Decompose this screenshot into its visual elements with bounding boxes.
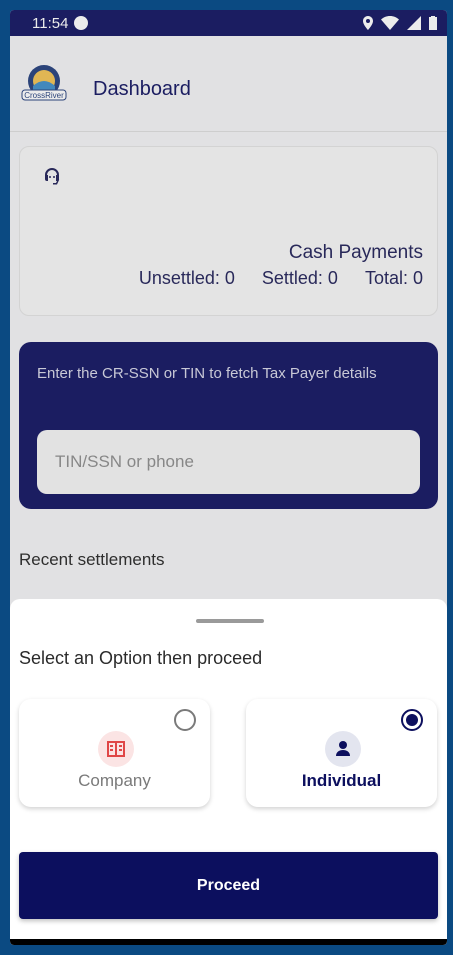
person-icon	[336, 741, 350, 756]
system-nav-bar	[10, 939, 447, 945]
building-icon	[107, 741, 125, 757]
option-individual[interactable]: Individual	[246, 699, 437, 807]
option-company[interactable]: Company	[19, 699, 210, 807]
sheet-title: Select an Option then proceed	[19, 648, 263, 668]
individual-label: Individual	[301, 771, 382, 790]
option-bottom-sheet: Select an Option then proceed Company In…	[10, 599, 447, 939]
proceed-button[interactable]: Proceed	[19, 852, 438, 919]
individual-icon-badge	[325, 731, 361, 767]
company-icon-badge	[98, 731, 134, 767]
drag-handle[interactable]	[196, 619, 264, 623]
phone-screen: 11:54 CrossRiver Dashboard Cash Payments…	[10, 10, 447, 945]
company-radio[interactable]	[174, 709, 196, 731]
individual-radio[interactable]	[401, 709, 423, 731]
company-label: Company	[78, 771, 151, 790]
